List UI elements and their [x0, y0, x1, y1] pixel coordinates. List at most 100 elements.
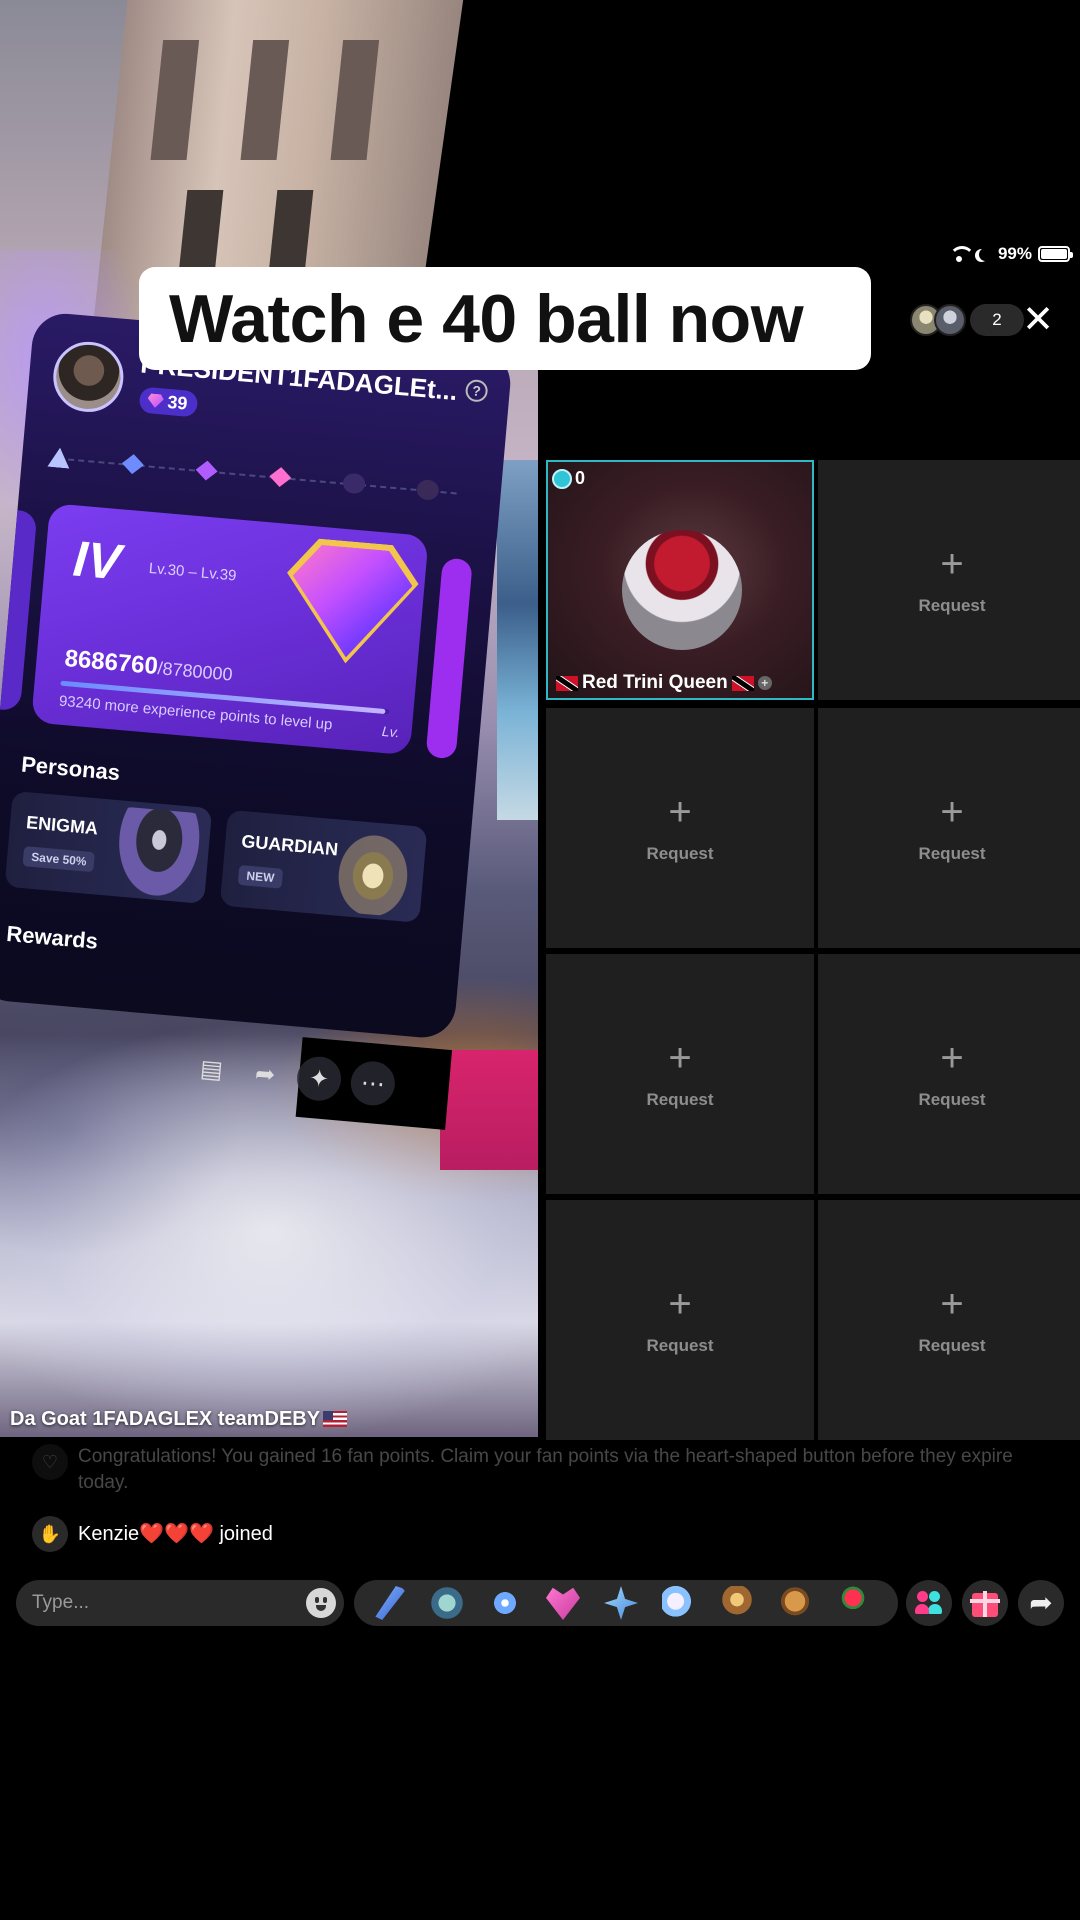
plus-icon[interactable]: + — [757, 676, 772, 690]
fan-level-badge: 39 — [138, 386, 199, 418]
sparkle-gift-icon[interactable] — [604, 1586, 638, 1620]
persona-name: GUARDIAN — [240, 831, 339, 860]
guest-slot[interactable]: 0 Red Trini Queen + — [546, 460, 814, 700]
wave-icon: ✋ — [32, 1516, 68, 1552]
guest-name: Red Trini Queen — [582, 672, 728, 693]
request-slot[interactable]: + Request — [818, 708, 1080, 948]
dog-gift-icon[interactable] — [778, 1586, 812, 1620]
guest-invite-button[interactable] — [906, 1580, 952, 1626]
caption-banner: Watch e 40 ball now — [139, 267, 871, 370]
status-bar: 99% — [948, 242, 1073, 266]
battery-fill — [1041, 249, 1067, 259]
points-current: 8686760 — [63, 644, 159, 681]
fan-club-card: PRESIDENT1FADAGLEt... 39 ? IV Lv.30 – Lv… — [0, 311, 514, 1041]
tier-points: 8686760/8780000 — [63, 644, 234, 688]
request-slot[interactable]: + Request — [546, 708, 814, 948]
feather-gift-icon[interactable] — [375, 1586, 406, 1620]
share-icon[interactable]: ➦ — [241, 1050, 289, 1098]
tier-card-next — [425, 557, 473, 760]
tier-gem-icon — [415, 479, 440, 501]
level-track-line — [58, 457, 457, 495]
join-comment-text: Kenzie❤️❤️❤️ joined — [78, 1516, 273, 1552]
magic-wand-icon[interactable]: ✦ — [295, 1054, 343, 1103]
request-slot[interactable]: + Request — [818, 460, 1080, 700]
plus-icon: + — [668, 1282, 692, 1326]
viewer-list[interactable]: 2 — [910, 302, 1024, 338]
tier-range: Lv.30 – Lv.39 — [148, 559, 238, 585]
close-icon[interactable]: ✕ — [1022, 301, 1054, 339]
experience-hint: 93240 more experience points to level up — [58, 692, 334, 734]
more-icon[interactable]: ⋯ — [349, 1059, 397, 1108]
host-name: Da Goat 1FADAGLEX teamDEBY — [10, 1408, 321, 1430]
guest-score-value: 0 — [575, 468, 586, 488]
rewards-heading: Rewards — [5, 920, 99, 954]
system-comment-text: Congratulations! You gained 16 fan point… — [78, 1446, 1013, 1493]
wifi-icon — [948, 246, 975, 262]
plus-icon: + — [940, 790, 964, 834]
comment-input[interactable] — [32, 1580, 292, 1626]
fan-level-value: 39 — [166, 391, 189, 414]
unicorn-gift-icon[interactable] — [662, 1586, 696, 1620]
comment-input-wrap — [16, 1580, 344, 1626]
moon-icon — [979, 248, 992, 261]
points-total: /8780000 — [156, 658, 234, 685]
request-slot[interactable]: + Request — [546, 1200, 814, 1440]
tier-card-prev — [0, 510, 38, 712]
monkey-gift-icon[interactable] — [720, 1586, 754, 1620]
gift-button[interactable] — [962, 1580, 1008, 1626]
request-label: Request — [646, 1090, 714, 1109]
request-label: Request — [918, 1090, 986, 1109]
help-icon[interactable]: ? — [464, 378, 489, 403]
plus-icon: + — [940, 1282, 964, 1326]
share-button[interactable]: ➦ — [1018, 1580, 1064, 1626]
join-user[interactable]: Kenzie — [78, 1523, 139, 1545]
request-slot[interactable]: + Request — [546, 954, 814, 1194]
gift-bar — [354, 1580, 898, 1626]
plus-icon: + — [940, 542, 964, 586]
request-label: Request — [646, 1336, 714, 1355]
host-name-label: Da Goat 1FADAGLEX teamDEBY — [10, 1408, 348, 1431]
comment-icon[interactable]: ▤ — [188, 1045, 236, 1093]
sloth-gift-icon[interactable] — [430, 1586, 464, 1620]
rose-gift-icon[interactable] — [836, 1586, 870, 1620]
request-slot[interactable]: + Request — [818, 1200, 1080, 1440]
system-comment: ♡ Congratulations! You gained 16 fan poi… — [32, 1444, 1058, 1496]
avatar — [622, 530, 742, 650]
tier-gem-icon — [342, 472, 366, 495]
hooded-figure-icon — [114, 806, 202, 900]
share-icon: ➦ — [1029, 1587, 1053, 1618]
score-icon — [552, 468, 572, 489]
persona-enigma[interactable]: ENIGMA Save 50% — [4, 790, 213, 904]
tier-card[interactable]: IV Lv.30 – Lv.39 8686760/8780000 93240 m… — [31, 503, 429, 756]
join-suffix: joined — [219, 1523, 273, 1545]
request-label: Request — [918, 1336, 986, 1355]
emoji-mouth — [316, 1605, 326, 1611]
shield-icon: ♡ — [32, 1444, 68, 1480]
tt-flag-icon — [731, 675, 754, 691]
personas-heading: Personas — [20, 751, 122, 786]
heart-gift-icon[interactable] — [546, 1587, 580, 1620]
persona-guardian[interactable]: GUARDIAN NEW — [219, 809, 428, 923]
people-icon — [915, 1591, 943, 1615]
persona-name: ENIGMA — [25, 812, 99, 839]
fan-club-overlay: PRESIDENT1FADAGLEt... 39 ? IV Lv.30 – Lv… — [0, 308, 533, 1131]
crystal-gift-icon[interactable] — [488, 1586, 522, 1620]
guest-score: 0 — [552, 468, 585, 489]
plus-icon: + — [668, 790, 692, 834]
persona-tag: Save 50% — [22, 846, 96, 873]
plus-icon: + — [668, 1036, 692, 1080]
level-track — [47, 443, 468, 509]
guest-name-label: Red Trini Queen + — [556, 672, 772, 694]
join-comment: ✋ Kenzie❤️❤️❤️ joined — [32, 1516, 273, 1552]
emoji-icon[interactable] — [306, 1588, 336, 1618]
avatar[interactable] — [50, 338, 127, 415]
tier-gem-icon — [195, 460, 219, 482]
request-label: Request — [918, 844, 986, 863]
battery-percent: 99% — [997, 244, 1032, 263]
guest-grid: 0 Red Trini Queen + + Request + Request … — [540, 458, 1080, 1440]
request-label: Request — [646, 844, 714, 863]
request-slot[interactable]: + Request — [818, 954, 1080, 1194]
gem-icon — [147, 393, 164, 408]
request-label: Request — [918, 596, 986, 615]
avatar — [934, 304, 966, 336]
